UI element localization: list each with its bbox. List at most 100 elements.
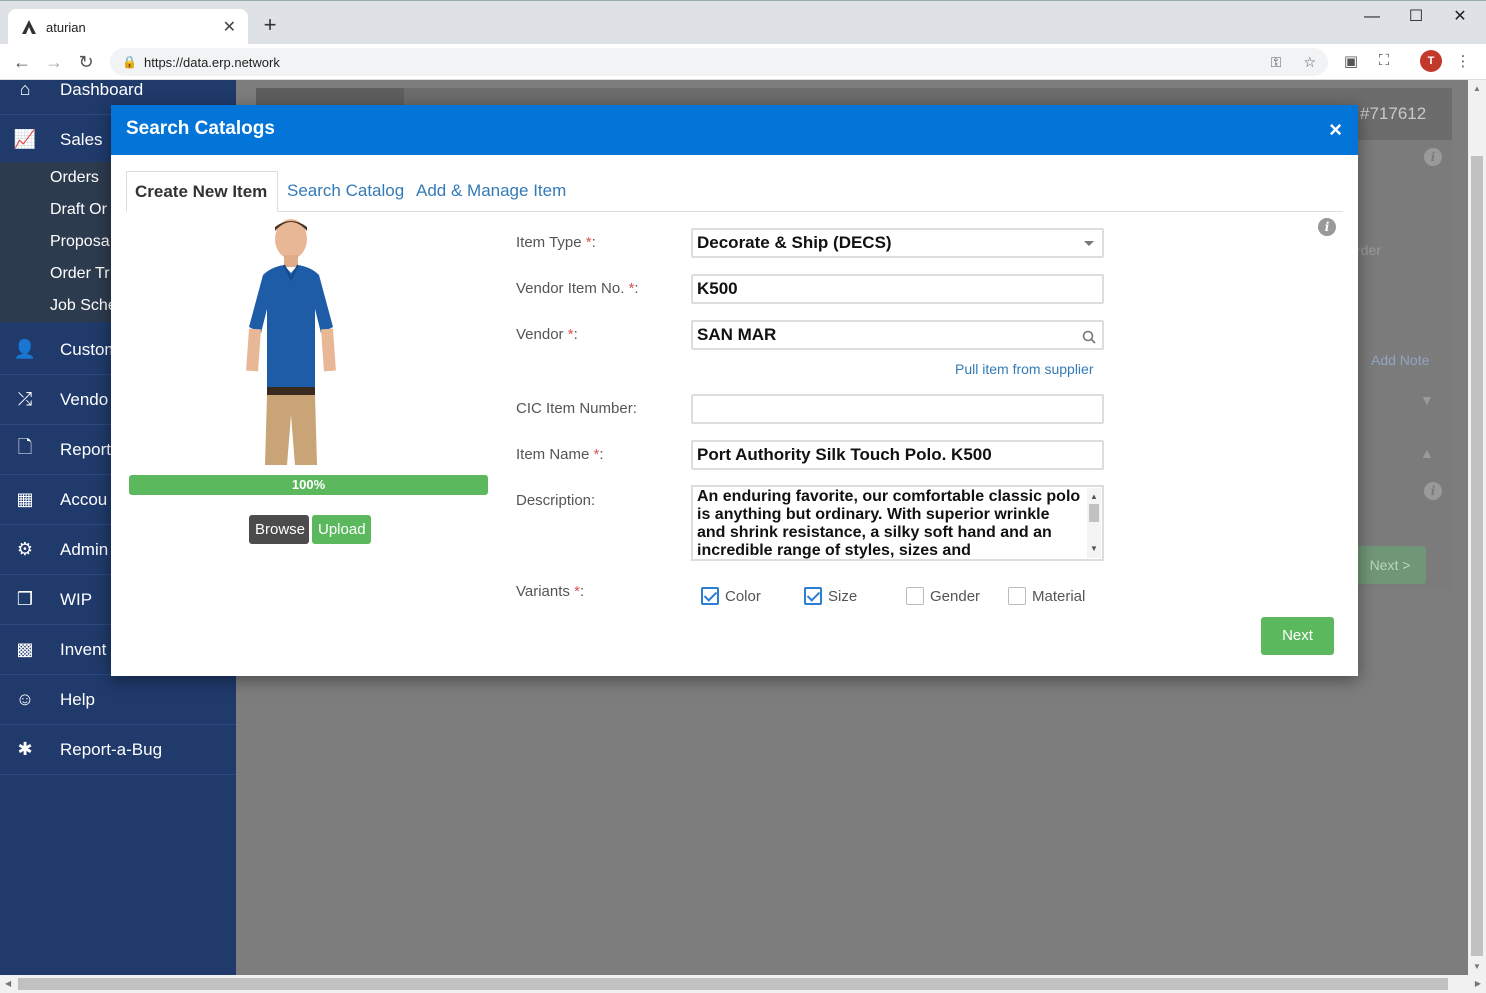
description-label: Description: (516, 492, 596, 509)
sidebar-item-label: Sales (60, 129, 103, 149)
sidebar-item-label: Help (60, 689, 95, 709)
variant-gender-checkbox[interactable]: Gender (906, 585, 980, 607)
calculator-icon: ▦ (16, 489, 34, 509)
modal-header: Search Catalogs × (111, 105, 1358, 155)
background-next-button[interactable]: Next > (1354, 546, 1426, 584)
collapse-down-icon[interactable]: ▼ (1420, 392, 1434, 408)
lock-icon: 🔒 (122, 55, 137, 69)
description-scrollbar[interactable]: ▲ ▼ (1087, 488, 1101, 558)
checkbox-checked-icon[interactable] (804, 587, 822, 605)
variant-color-checkbox[interactable]: Color (701, 585, 761, 607)
grid-icon: ▩ (16, 639, 34, 659)
search-catalogs-modal: Search Catalogs × Create New Item Search… (111, 105, 1358, 676)
sidebar-item-label: Dashboard (60, 80, 144, 99)
info-icon: i (1424, 482, 1442, 500)
modal-tabs: Create New Item Search Catalog Add & Man… (126, 171, 1343, 212)
progress-fill: 100% (129, 475, 488, 495)
menu-kebab-icon[interactable]: ⋮ (1452, 52, 1474, 70)
new-tab-button[interactable]: + (258, 13, 282, 37)
submenu-item-orders[interactable]: Orders (50, 162, 99, 194)
user-icon: 👤 (13, 339, 37, 359)
horizontal-scrollbar[interactable]: ◀ ▶ (0, 975, 1486, 993)
back-icon[interactable]: ← (10, 50, 34, 74)
item-name-label: Item Name *: (516, 446, 604, 463)
variant-material-checkbox[interactable]: Material (1008, 585, 1085, 607)
vendor-item-no-label: Vendor Item No. *: (516, 280, 639, 297)
item-type-label: Item Type *: (516, 234, 596, 251)
home-icon: ⌂ (19, 80, 31, 99)
add-note-link[interactable]: Add Note (1371, 352, 1429, 368)
address-bar[interactable]: 🔒 https://data.erp.network ⚿ ☆ (110, 48, 1328, 76)
vendor-search-field[interactable]: SAN MAR (691, 320, 1104, 350)
search-icon[interactable] (1082, 326, 1096, 352)
vertical-scrollbar[interactable]: ▲ ▼ (1468, 80, 1486, 975)
vendor-item-no-field[interactable]: K500 (691, 274, 1104, 304)
gear-icon: ⚙ (16, 539, 34, 559)
browse-button[interactable]: Browse (249, 515, 309, 544)
product-image (241, 217, 341, 465)
bug-icon: ✱ (17, 739, 33, 759)
minimize-icon[interactable]: — (1352, 5, 1392, 29)
profile-avatar[interactable]: T (1420, 50, 1442, 72)
sidebar-item-label: Report-a-Bug (60, 739, 163, 759)
sidebar-item-report-a-bug[interactable]: ✱ Report-a-Bug (0, 725, 236, 775)
info-icon: i (1424, 148, 1442, 166)
submenu-item-job-schedule[interactable]: Job Sche (50, 290, 117, 322)
tab-search-catalog[interactable]: Search Catalog (279, 171, 412, 212)
chart-icon: 📈 (13, 129, 37, 149)
checkbox-empty-icon[interactable] (1008, 587, 1026, 605)
sidebar-item-label: WIP (60, 589, 93, 609)
pull-item-from-supplier-link[interactable]: Pull item from supplier (955, 361, 1094, 377)
maximize-icon[interactable]: ☐ (1396, 5, 1436, 29)
browser-titlebar: aturian ✕ + — ☐ ✕ (0, 0, 1486, 45)
sidebar-item-label: Admin (60, 539, 109, 559)
checkbox-checked-icon[interactable] (701, 587, 719, 605)
sidebar-item-label: Accou (60, 489, 108, 509)
description-textarea[interactable]: An enduring favorite, our comfortable cl… (691, 485, 1104, 561)
shuffle-icon: ⤮ (17, 389, 33, 409)
browser-tab[interactable]: aturian ✕ (8, 9, 248, 45)
submenu-item-proposals[interactable]: Proposa (50, 226, 110, 258)
smile-icon: ☺ (15, 689, 35, 709)
collapse-up-icon[interactable]: ▲ (1420, 445, 1434, 461)
sidebar-item-label: Report (60, 439, 112, 459)
tab-title: aturian (46, 19, 86, 35)
next-button[interactable]: Next (1261, 617, 1334, 655)
sidebar-item-label: Custom (60, 339, 119, 359)
sidebar-item-help[interactable]: ☺ Help (0, 675, 236, 725)
order-text-fragment: rder (1356, 242, 1381, 258)
sidebar-item-label: Vendo (60, 389, 109, 409)
submenu-item-draft-orders[interactable]: Draft Or (50, 194, 107, 226)
window-close-icon[interactable]: ✕ (1440, 5, 1480, 29)
bookmark-star-icon[interactable]: ☆ (1303, 54, 1316, 71)
item-type-select[interactable]: Decorate & Ship (DECS) (691, 228, 1104, 258)
checkbox-empty-icon[interactable] (906, 587, 924, 605)
screenshot-icon[interactable]: ⛶ (1373, 52, 1395, 69)
forward-icon[interactable]: → (42, 50, 66, 74)
tab-close-icon[interactable]: ✕ (223, 17, 236, 37)
upload-button[interactable]: Upload (312, 515, 371, 544)
tab-add-manage-item[interactable]: Add & Manage Item (408, 171, 574, 212)
chevron-down-icon (1084, 241, 1094, 246)
reload-icon[interactable]: ↻ (74, 50, 98, 74)
submenu-item-order-tracking[interactable]: Order Tr (50, 258, 110, 290)
key-icon[interactable]: ⚿ (1271, 54, 1282, 71)
modal-close-button[interactable]: × (1329, 117, 1342, 143)
sidebar-item-label: Invent (60, 639, 107, 659)
info-icon[interactable]: i (1318, 218, 1336, 236)
modal-title: Search Catalogs (126, 118, 275, 139)
variants-label: Variants *: (516, 583, 585, 600)
browser-toolbar: ← → ↻ 🔒 https://data.erp.network ⚿ ☆ ▣ ⛶… (0, 44, 1486, 80)
tab-create-new-item[interactable]: Create New Item (126, 171, 278, 212)
upload-progress-bar: 100% (129, 475, 488, 495)
item-name-field[interactable]: Port Authority Silk Touch Polo. K500 (691, 440, 1104, 470)
document-icon: 🗋 (17, 436, 33, 457)
variant-size-checkbox[interactable]: Size (804, 585, 857, 607)
url-text[interactable]: https://data.erp.network (144, 55, 1249, 70)
vendor-label: Vendor *: (516, 326, 578, 343)
cic-item-number-label: CIC Item Number: (516, 400, 637, 417)
extension-icon[interactable]: ▣ (1340, 52, 1362, 70)
cubes-icon: ❒ (16, 589, 34, 609)
cic-item-number-field[interactable] (691, 394, 1104, 424)
aturian-logo-icon (20, 18, 38, 36)
